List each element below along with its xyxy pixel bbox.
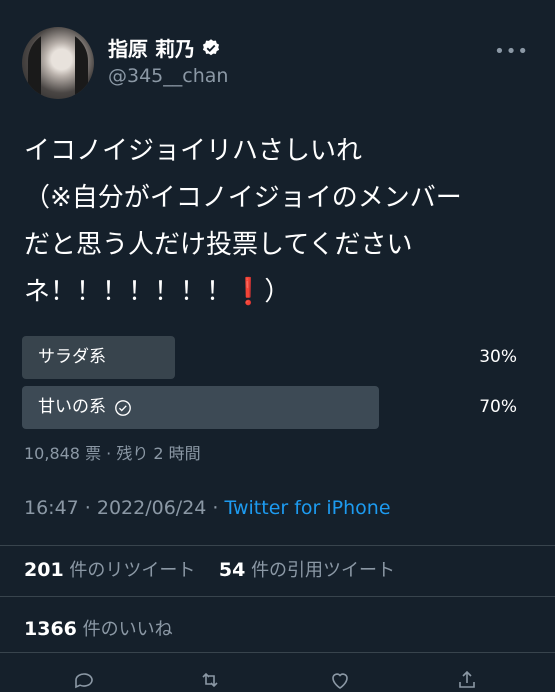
poll-option-percent: 30% — [479, 347, 517, 367]
check-circle-icon — [115, 399, 131, 416]
avatar-image — [28, 31, 88, 99]
poll-option: 甘いの系 70% — [22, 386, 517, 429]
user-handle[interactable]: @345__chan — [108, 65, 228, 87]
retweet-icon[interactable] — [198, 668, 222, 692]
divider — [0, 596, 555, 597]
tweet-header: 指原 莉乃 @345__chan ••• — [22, 27, 535, 99]
avatar[interactable] — [22, 27, 94, 99]
tweet-text: イコノイジョイリハさしいれ （※自分がイコノイジョイのメンバー だと思う人だけ投… — [24, 136, 462, 307]
quote-count[interactable]: 54 — [219, 559, 245, 581]
more-options-icon[interactable]: ••• — [494, 41, 529, 62]
display-name[interactable]: 指原 莉乃 — [108, 33, 195, 62]
divider — [0, 652, 555, 653]
reply-icon[interactable] — [72, 668, 96, 692]
like-label[interactable]: 件のいいね — [83, 619, 173, 640]
poll-option: サラダ系 30% — [22, 336, 517, 379]
retweet-label[interactable]: 件のリツイート — [69, 560, 195, 581]
poll-option-percent: 70% — [479, 397, 517, 417]
poll-option-label: 甘いの系 — [38, 397, 106, 417]
name-row: 指原 莉乃 — [108, 33, 221, 62]
poll: サラダ系 30% 甘いの系 70% — [22, 336, 517, 436]
like-heart-icon[interactable] — [328, 668, 352, 692]
poll-meta: 10,848 票 · 残り 2 時間 — [24, 444, 201, 463]
divider — [0, 545, 555, 546]
action-bar — [0, 664, 555, 689]
timestamp: 16:47 · 2022/06/24 · Twitter for iPhone — [24, 497, 391, 519]
tweet-source-link[interactable]: Twitter for iPhone — [225, 497, 391, 519]
retweet-stats: 201 件のリツイート 54 件の引用ツイート — [24, 556, 395, 582]
like-stats: 1366 件のいいね — [24, 615, 173, 641]
verified-badge-icon — [202, 38, 220, 55]
like-count[interactable]: 1366 — [24, 618, 77, 640]
poll-option-label: サラダ系 — [38, 347, 106, 367]
tweet-time[interactable]: 16:47 · 2022/06/24 · — [24, 497, 225, 519]
poll-option-label-wrap: 甘いの系 — [38, 386, 132, 429]
share-icon[interactable] — [455, 668, 479, 692]
retweet-count[interactable]: 201 — [24, 559, 64, 581]
quote-label[interactable]: 件の引用ツイート — [251, 560, 395, 581]
